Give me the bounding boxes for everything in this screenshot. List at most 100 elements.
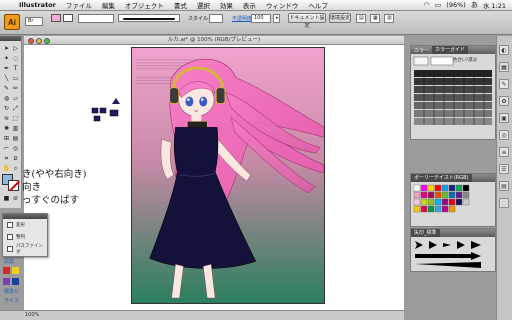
menu-effect[interactable]: 効果	[215, 0, 238, 10]
menu-edit[interactable]: 編集	[97, 0, 120, 10]
menu-window[interactable]: ウィンドウ	[261, 0, 304, 10]
gradient-tool-icon[interactable]: ▤	[11, 134, 20, 143]
opacity-arrow[interactable]: ▸	[273, 14, 280, 23]
none-mode-icon[interactable]: ⊘	[11, 194, 20, 203]
pathfinder-icon	[7, 246, 13, 252]
tab-color-guide[interactable]: カラーガイド	[432, 46, 469, 54]
magic-wand-tool-icon[interactable]: ✦	[2, 54, 11, 63]
blob-brush-tool-icon[interactable]: ◍	[2, 94, 11, 103]
dock-icon-appearance[interactable]: ◎	[499, 130, 509, 140]
dock-icon-stroke[interactable]: ☰	[499, 164, 509, 174]
zoom-level[interactable]: 100%	[25, 311, 39, 320]
opacity-label[interactable]: 不透明度	[232, 15, 252, 22]
symbol-sprayer-tool-icon[interactable]: ✺	[2, 124, 11, 133]
opacity-field[interactable]: 100	[251, 14, 271, 23]
preferences-button[interactable]: 環境設定	[329, 13, 351, 23]
brushes-panel: 矢印_標準	[410, 228, 496, 272]
dock-icon-color[interactable]: ◐	[499, 45, 509, 55]
line-tool-icon[interactable]: ╲	[2, 74, 11, 83]
swatch-purple[interactable]	[3, 278, 10, 285]
blend-tool-icon[interactable]: ◎	[11, 144, 20, 153]
arrange-button[interactable]: ▥	[384, 14, 394, 23]
direct-selection-tool-icon[interactable]: ▷	[11, 44, 20, 53]
zoom-tool-icon[interactable]: ⌕	[11, 164, 20, 173]
swatch-yellow[interactable]	[12, 267, 19, 274]
tab-swatch-library[interactable]: ボーリーテイスト(RGB)	[411, 174, 472, 182]
eraser-tool-icon[interactable]: ▱	[11, 94, 20, 103]
rotate-tool-icon[interactable]: ↻	[2, 104, 11, 113]
stroke-swatch[interactable]	[63, 14, 73, 22]
fill-swatch[interactable]	[51, 14, 61, 22]
menu-help[interactable]: ヘルプ	[303, 0, 333, 10]
menu-select[interactable]: 選択	[192, 0, 215, 10]
lasso-tool-icon[interactable]: ◌	[11, 54, 20, 63]
menu-file[interactable]: ファイル	[61, 0, 97, 10]
close-window-icon[interactable]	[28, 37, 34, 44]
document-titlebar[interactable]: ルカ.ai* @ 100% (RGB/プレビュー)	[24, 36, 404, 45]
style-dropdown[interactable]	[209, 14, 223, 23]
dock-icon-layers[interactable]: ≡	[499, 147, 509, 157]
eyedropper-tool-icon[interactable]: ⌐	[2, 144, 11, 153]
selection-tool-icon[interactable]: ➤	[2, 44, 11, 53]
scale-tool-icon[interactable]: ⤢	[11, 104, 20, 113]
popup-item-transform[interactable]: 変形	[3, 219, 47, 231]
pencil-tool-icon[interactable]: ✏	[11, 84, 20, 93]
left-swatch-stack	[2, 266, 22, 288]
warp-tool-icon[interactable]: ≋	[2, 114, 11, 123]
menu-type[interactable]: 書式	[169, 0, 192, 10]
wifi-icon[interactable]: ◠	[424, 1, 430, 9]
tools-panel: ➤ ▷ ✦ ◌ ✒ T ╲ ▭ ✎ ✏ ◍ ▱ ↻ ⤢ ≋ ⬚ ✺ ▥ ⊞ ▤ …	[0, 36, 22, 208]
swatch-blue[interactable]	[12, 278, 19, 285]
mesh-tool-icon[interactable]: ⊞	[2, 134, 11, 143]
paintbrush-tool-icon[interactable]: ✎	[2, 84, 11, 93]
transform-button[interactable]: ▦	[370, 14, 380, 23]
minimize-window-icon[interactable]	[36, 37, 42, 44]
style-label: スタイル	[188, 16, 209, 22]
dock-icon-swatches[interactable]: ▦	[499, 62, 509, 72]
hand-tool-icon[interactable]: ✋	[2, 164, 11, 173]
dock-icon-gradient[interactable]: ▤	[499, 181, 509, 191]
stroke-weight-field[interactable]	[78, 14, 114, 23]
tools-panel-header[interactable]	[0, 36, 21, 41]
document-setup-button[interactable]: ドキュメント設定	[288, 13, 326, 29]
type-tool-icon[interactable]: T	[11, 64, 20, 73]
artboard-illustration[interactable]	[131, 47, 325, 304]
dock-icon-symbols[interactable]: ✿	[499, 96, 509, 106]
graph-tool-icon[interactable]: ▥	[11, 124, 20, 133]
artboard-tool-icon[interactable]: ⌗	[2, 154, 11, 163]
popup-item-align[interactable]: 整列	[3, 231, 47, 243]
brush-definition-preview[interactable]	[118, 14, 180, 22]
dock-icon-graphic-styles[interactable]: ▣	[499, 113, 509, 123]
free-transform-tool-icon[interactable]: ⬚	[11, 114, 20, 123]
popup-item-label: 変形	[16, 223, 25, 228]
color-panel-tabs: カラー カラーガイド	[411, 46, 495, 54]
dock-icon-transparency[interactable]: ◌	[499, 198, 509, 208]
swatch-red[interactable]	[3, 267, 10, 274]
pen-tool-icon[interactable]: ✒	[2, 64, 11, 73]
popup-item-pathfinder[interactable]: パスファインダ	[3, 243, 47, 255]
tab-brushes[interactable]: 矢印_標準	[411, 229, 440, 237]
color-guide-grid[interactable]	[411, 54, 495, 138]
battery-icon[interactable]: ▭	[435, 1, 442, 9]
menu-view[interactable]: 表示	[238, 0, 261, 10]
dock-icon-brushes[interactable]: ✎	[499, 79, 509, 89]
loose-shapes-graphic[interactable]	[90, 96, 122, 126]
tab-color[interactable]: カラー	[411, 47, 432, 54]
zoom-window-icon[interactable]	[44, 37, 50, 44]
color-guide-variation-label: 色合い/濃淡	[453, 58, 478, 63]
rectangle-tool-icon[interactable]: ▭	[11, 74, 20, 83]
input-method-icon[interactable]: あ	[471, 0, 478, 10]
color-mode-icon[interactable]: ■	[2, 194, 11, 203]
popup-item-label: パスファインダ	[15, 244, 43, 255]
arrow-brush-list[interactable]	[411, 237, 495, 271]
mini-panel-popup: 変形 整列 パスファインダ	[2, 213, 48, 257]
app-menu[interactable]: Illustrator	[14, 1, 61, 9]
stroke-color-box[interactable]	[8, 180, 19, 191]
slice-tool-icon[interactable]: ⧄	[11, 154, 20, 163]
swatch-grid[interactable]	[411, 182, 495, 226]
clock[interactable]: 水 1:21	[483, 0, 506, 10]
color-panel: カラー カラーガイド 色合い/濃淡	[410, 45, 496, 140]
align-button[interactable]: ▤	[356, 14, 366, 23]
menu-object[interactable]: オブジェクト	[120, 0, 169, 10]
bridge-button[interactable]: Br	[25, 17, 43, 26]
